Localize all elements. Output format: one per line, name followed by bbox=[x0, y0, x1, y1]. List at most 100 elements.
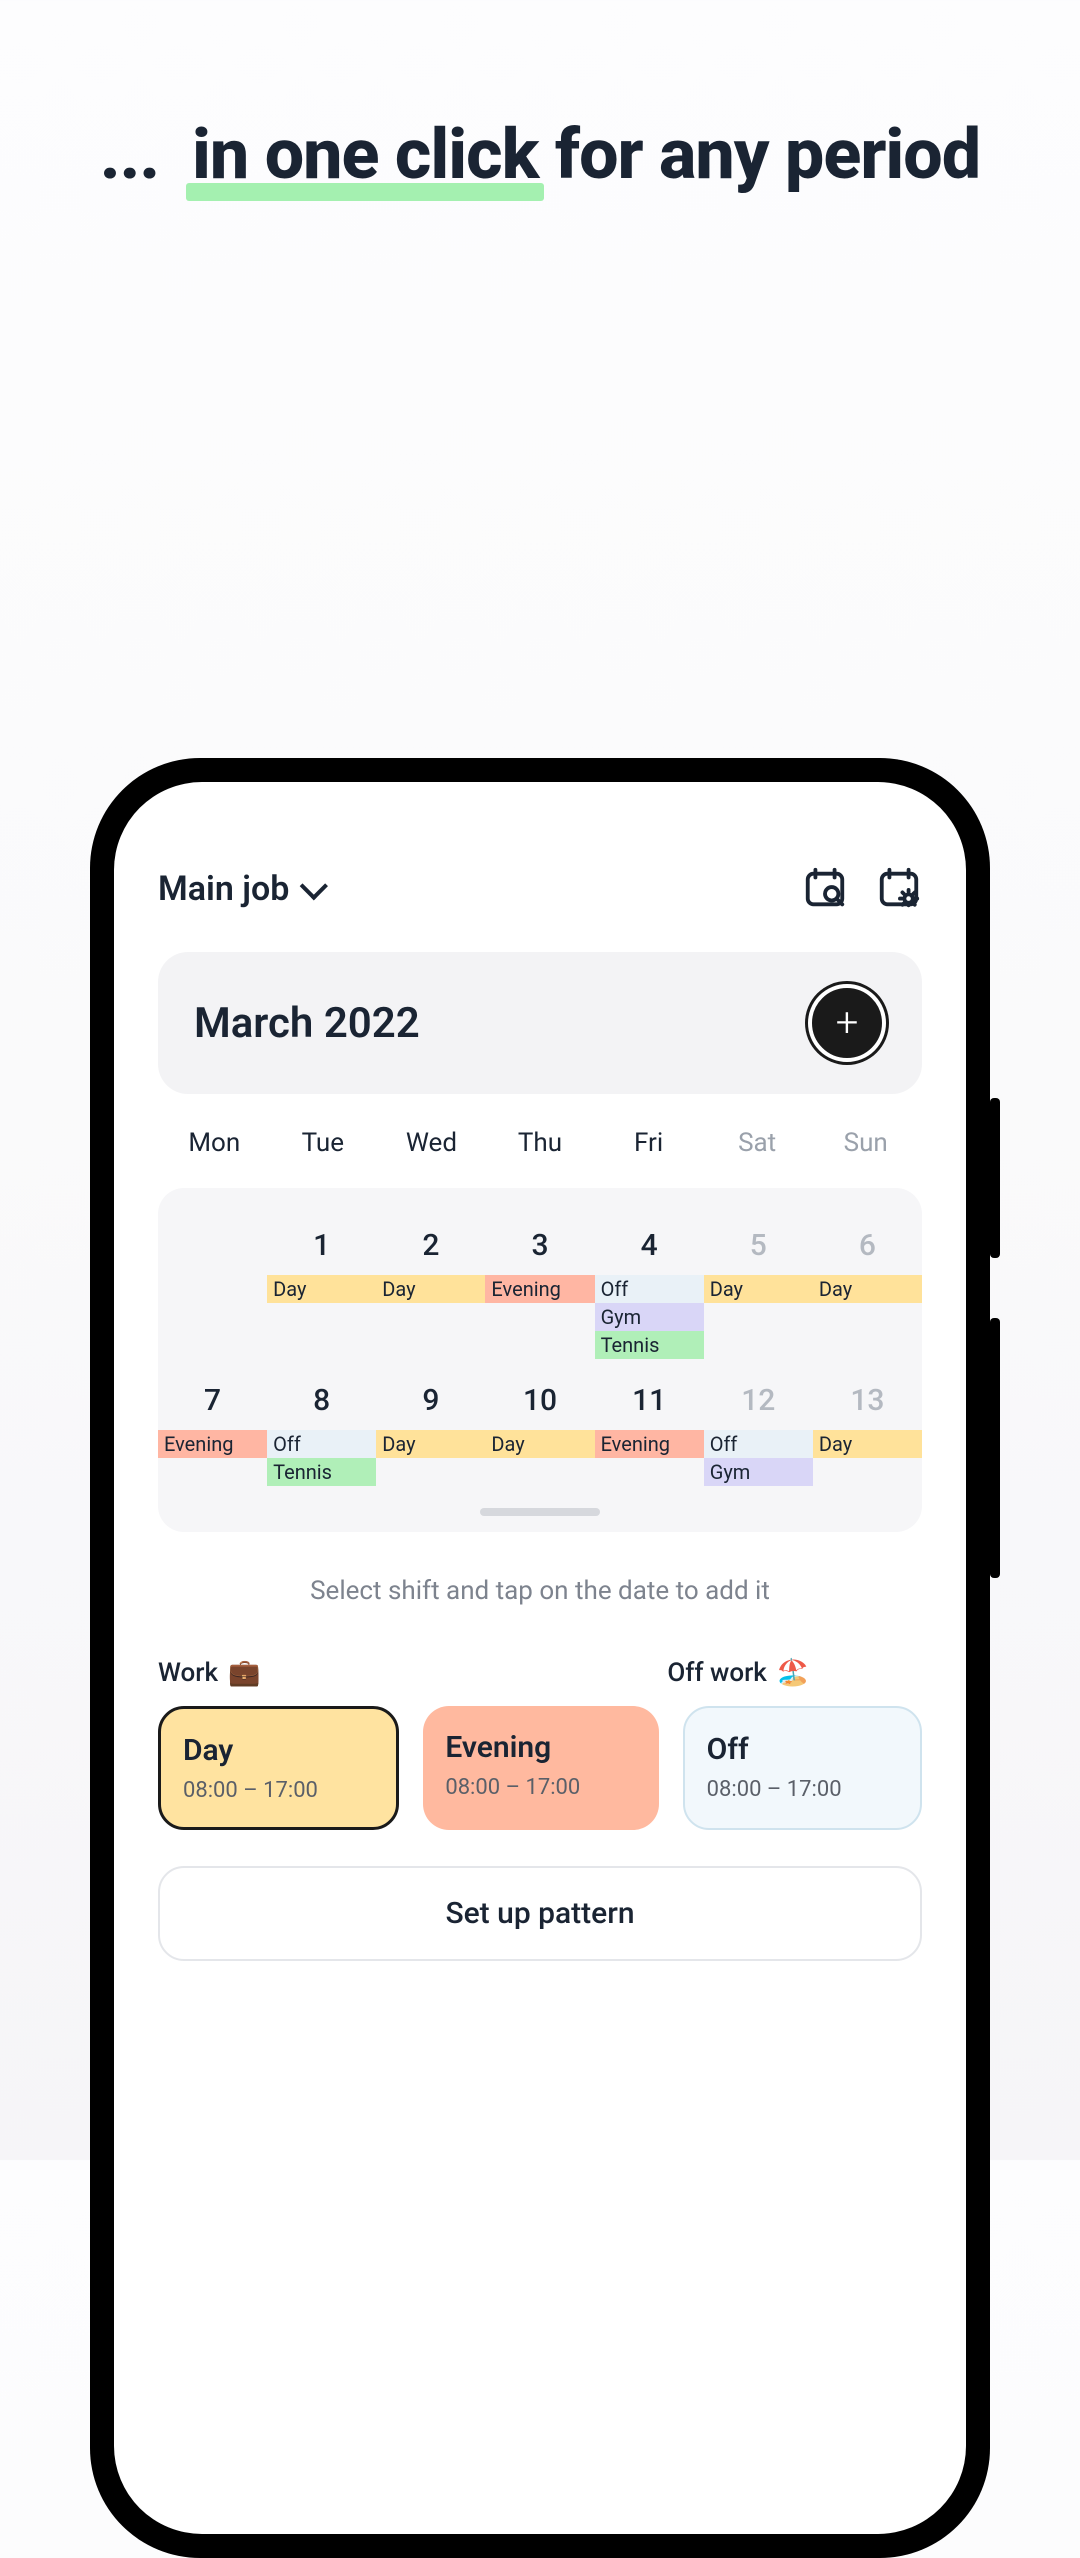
chips-cell bbox=[813, 1331, 922, 1359]
chips-cell bbox=[376, 1458, 485, 1486]
chips-cell: Off bbox=[704, 1430, 813, 1458]
setup-pattern-button[interactable]: Set up pattern bbox=[158, 1866, 922, 1961]
event-chip[interactable]: Tennis bbox=[267, 1458, 376, 1486]
event-chip[interactable]: Gym bbox=[704, 1458, 813, 1486]
event-chip[interactable]: Tennis bbox=[595, 1331, 704, 1359]
dates-row: 78910111213 bbox=[158, 1369, 922, 1430]
phone-frame: Main job bbox=[90, 758, 990, 2558]
chips-cell bbox=[376, 1331, 485, 1359]
event-chip[interactable]: Off bbox=[267, 1430, 376, 1458]
chips-cell: Tennis bbox=[595, 1331, 704, 1359]
event-chip[interactable]: Evening bbox=[158, 1430, 267, 1458]
chips-cell: Day bbox=[267, 1275, 376, 1303]
shift-time: 08:00 – 17:00 bbox=[707, 1777, 898, 1802]
dates-row: 123456 bbox=[158, 1214, 922, 1275]
chips-row: Gym bbox=[158, 1303, 922, 1331]
chips-cell: Day bbox=[813, 1275, 922, 1303]
date-cell[interactable]: 2 bbox=[376, 1214, 485, 1275]
weekday-thu: Thu bbox=[486, 1122, 595, 1164]
month-title: March 2022 bbox=[194, 999, 420, 1048]
event-chip[interactable]: Day bbox=[267, 1275, 376, 1303]
calendar-search-icon[interactable] bbox=[802, 866, 848, 912]
month-header-card: March 2022 + bbox=[158, 952, 922, 1094]
week-row: 123456DayDayEveningOffDayDayGymTennis bbox=[158, 1214, 922, 1359]
weekday-sun: Sun bbox=[811, 1122, 920, 1164]
calendar-settings-icon[interactable] bbox=[876, 866, 922, 912]
chips-cell bbox=[485, 1331, 594, 1359]
app-topbar: Main job bbox=[158, 866, 922, 912]
date-cell[interactable]: 7 bbox=[158, 1369, 267, 1430]
event-chip[interactable]: Off bbox=[595, 1275, 704, 1303]
event-chip[interactable]: Evening bbox=[595, 1430, 704, 1458]
topbar-actions bbox=[802, 866, 922, 912]
add-button[interactable]: + bbox=[808, 984, 886, 1062]
chips-cell: Day bbox=[704, 1275, 813, 1303]
event-chip[interactable]: Day bbox=[376, 1275, 485, 1303]
job-selector[interactable]: Main job bbox=[158, 869, 321, 909]
chips-row: Tennis Gym bbox=[158, 1458, 922, 1486]
chips-row: Tennis bbox=[158, 1331, 922, 1359]
chips-row: DayDayEveningOffDayDay bbox=[158, 1275, 922, 1303]
chips-cell bbox=[158, 1303, 267, 1331]
chips-cell: Gym bbox=[704, 1458, 813, 1486]
date-cell[interactable]: 5 bbox=[704, 1214, 813, 1275]
date-cell[interactable]: 13 bbox=[813, 1369, 922, 1430]
chips-cell bbox=[813, 1458, 922, 1486]
chips-cell bbox=[158, 1275, 267, 1303]
chips-row: EveningOffDayDayEveningOffDay bbox=[158, 1430, 922, 1458]
event-chip[interactable]: Day bbox=[813, 1430, 922, 1458]
date-cell[interactable]: 1 bbox=[267, 1214, 376, 1275]
event-chip[interactable]: Day bbox=[376, 1430, 485, 1458]
work-section-label: Work bbox=[158, 1658, 218, 1688]
weekday-mon: Mon bbox=[160, 1122, 269, 1164]
chips-cell: Off bbox=[595, 1275, 704, 1303]
chips-cell: Evening bbox=[158, 1430, 267, 1458]
drag-handle[interactable] bbox=[480, 1508, 600, 1516]
chips-cell bbox=[158, 1458, 267, 1486]
shift-card-day[interactable]: Day 08:00 – 17:00 bbox=[158, 1706, 399, 1830]
date-cell[interactable]: 9 bbox=[376, 1369, 485, 1430]
job-selector-label: Main job bbox=[158, 869, 289, 909]
shift-card-off[interactable]: Off 08:00 – 17:00 bbox=[683, 1706, 922, 1830]
chips-cell: Off bbox=[267, 1430, 376, 1458]
event-chip[interactable]: Day bbox=[704, 1275, 813, 1303]
chevron-down-icon bbox=[300, 872, 328, 900]
shift-name: Off bbox=[707, 1732, 898, 1767]
weekday-wed: Wed bbox=[377, 1122, 486, 1164]
event-chip[interactable]: Off bbox=[704, 1430, 813, 1458]
date-cell[interactable]: 3 bbox=[485, 1214, 594, 1275]
calendar-body: 123456DayDayEveningOffDayDayGymTennis789… bbox=[158, 1188, 922, 1532]
chips-cell: Evening bbox=[485, 1275, 594, 1303]
hint-text: Select shift and tap on the date to add … bbox=[158, 1576, 922, 1606]
date-cell[interactable]: 12 bbox=[704, 1369, 813, 1430]
weekday-tue: Tue bbox=[269, 1122, 378, 1164]
date-cell[interactable]: 10 bbox=[485, 1369, 594, 1430]
chips-cell: Day bbox=[813, 1430, 922, 1458]
chips-cell: Day bbox=[485, 1430, 594, 1458]
chips-cell: Day bbox=[376, 1275, 485, 1303]
plus-icon: + bbox=[836, 1003, 859, 1043]
chips-cell: Tennis bbox=[267, 1458, 376, 1486]
briefcase-icon: 💼 bbox=[228, 1658, 260, 1688]
event-chip[interactable]: Gym bbox=[595, 1303, 704, 1331]
app-screen: Main job bbox=[114, 782, 966, 2534]
headline-prefix: ... bbox=[100, 114, 159, 196]
date-cell[interactable]: 6 bbox=[813, 1214, 922, 1275]
beach-icon: 🏖️ bbox=[777, 1658, 809, 1688]
chips-cell bbox=[485, 1458, 594, 1486]
weekday-fri: Fri bbox=[594, 1122, 703, 1164]
event-chip[interactable]: Day bbox=[813, 1275, 922, 1303]
chips-cell bbox=[267, 1303, 376, 1331]
event-chip[interactable]: Evening bbox=[485, 1275, 594, 1303]
chips-cell: Evening bbox=[595, 1430, 704, 1458]
date-cell[interactable]: 4 bbox=[595, 1214, 704, 1275]
chips-cell bbox=[376, 1303, 485, 1331]
chips-cell bbox=[485, 1303, 594, 1331]
date-cell[interactable]: 8 bbox=[267, 1369, 376, 1430]
date-cell[interactable]: 11 bbox=[595, 1369, 704, 1430]
event-chip[interactable]: Day bbox=[485, 1430, 594, 1458]
headline-part1: in one click bbox=[192, 110, 538, 201]
chips-cell bbox=[595, 1458, 704, 1486]
chips-cell bbox=[267, 1331, 376, 1359]
shift-card-evening[interactable]: Evening 08:00 – 17:00 bbox=[423, 1706, 658, 1830]
